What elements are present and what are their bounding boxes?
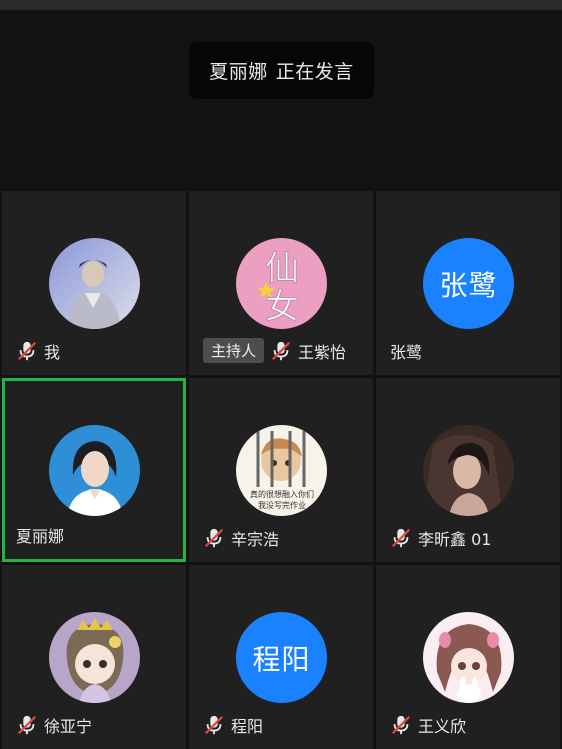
participant-name: 李昕鑫 01 [418, 530, 492, 549]
participant-name: 张鹭 [390, 343, 423, 362]
participant-tile[interactable]: 王义欣 [376, 565, 560, 749]
participant-label: 王义欣 [390, 713, 466, 737]
participant-name: 我 [44, 343, 61, 362]
participant-label: 徐亚宁 [16, 713, 92, 737]
participant-tile[interactable]: 我 [2, 191, 186, 375]
jail-caption-2: 我没写完作业 [258, 500, 306, 510]
participant-tile[interactable]: 仙 女 主持人 王紫怡 [189, 191, 373, 375]
mic-muted-icon [204, 528, 224, 548]
mic-muted-icon [271, 341, 291, 360]
avatar: 仙 女 [236, 238, 327, 329]
mic-muted-icon [17, 715, 37, 735]
host-badge: 主持人 [203, 338, 265, 363]
mic-muted-icon [391, 528, 411, 548]
avatar-initials: 程阳 [236, 612, 327, 703]
participant-tile[interactable]: 张鹭 张鹭 [376, 191, 560, 375]
participant-name: 辛宗浩 [231, 530, 280, 549]
participant-label: 主持人 王紫怡 [203, 338, 346, 363]
avatar [49, 238, 140, 329]
participant-name: 王义欣 [418, 717, 467, 736]
participant-tile[interactable]: 程阳 程阳 [189, 565, 373, 749]
speaking-status: 正在发言 [275, 61, 354, 83]
participant-label: 夏丽娜 [16, 523, 64, 547]
avatar-initials: 张鹭 [423, 238, 514, 329]
participant-label: 程阳 [203, 713, 263, 737]
participant-name: 王紫怡 [298, 342, 347, 362]
participant-name: 程阳 [231, 717, 264, 736]
participant-tile[interactable]: 徐亚宁 [2, 565, 186, 749]
mic-muted-icon [204, 715, 224, 735]
participant-label: 张鹭 [390, 339, 422, 363]
participant-label: 我 [16, 339, 60, 363]
avatar [49, 425, 140, 516]
avatar: 张鹭 [423, 238, 514, 329]
status-bar [0, 0, 562, 10]
participant-name: 夏丽娜 [16, 527, 65, 546]
participant-tile[interactable]: 真的很想融入你们 我没写完作业 辛宗浩 [189, 378, 373, 562]
mic-muted-icon [17, 341, 37, 361]
avatar: 程阳 [236, 612, 327, 703]
avatar [423, 425, 514, 516]
participant-label: 李昕鑫 01 [390, 526, 491, 550]
avatar: 真的很想融入你们 我没写完作业 [236, 425, 327, 516]
speaking-banner: 夏丽娜 正在发言 [189, 42, 374, 99]
avatar [423, 612, 514, 703]
speaker-name: 夏丽娜 [209, 61, 268, 83]
participant-label: 辛宗浩 [203, 526, 279, 550]
avatar [49, 612, 140, 703]
mic-muted-icon [391, 715, 411, 735]
participant-tile-active[interactable]: 夏丽娜 [2, 378, 186, 562]
participant-tile[interactable]: 李昕鑫 01 [376, 378, 560, 562]
participant-name: 徐亚宁 [44, 717, 93, 736]
svg-text:仙: 仙 [265, 249, 299, 289]
jail-caption-1: 真的很想融入你们 [250, 489, 314, 499]
participant-grid: 我 仙 女 主持人 王紫怡 张鹭 张鹭 夏丽娜 真的很想融入你们 我没写完作业 … [0, 191, 562, 749]
